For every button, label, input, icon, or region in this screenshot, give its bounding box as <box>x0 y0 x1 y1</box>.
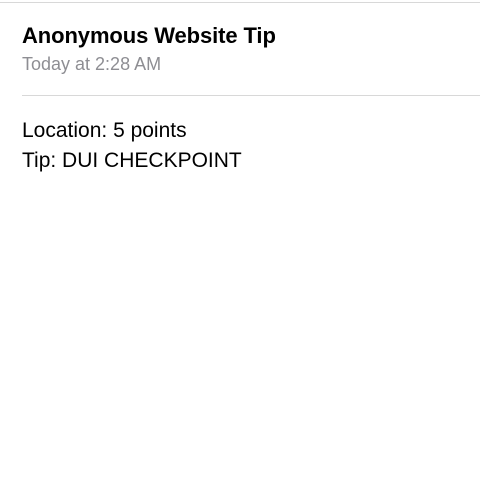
message-header: Anonymous Website Tip Today at 2:28 AM <box>22 22 480 76</box>
message-body[interactable]: Location: 5 points Tip: DUI CHECKPOINT <box>22 116 480 176</box>
body-line-location: Location: 5 points <box>22 119 187 142</box>
message-subject: Anonymous Website Tip <box>22 23 276 48</box>
message-timestamp: Today at 2:28 AM <box>22 54 162 74</box>
header-divider <box>22 95 480 96</box>
body-line-tip: Tip: DUI CHECKPOINT <box>22 149 242 172</box>
top-divider <box>0 2 480 3</box>
